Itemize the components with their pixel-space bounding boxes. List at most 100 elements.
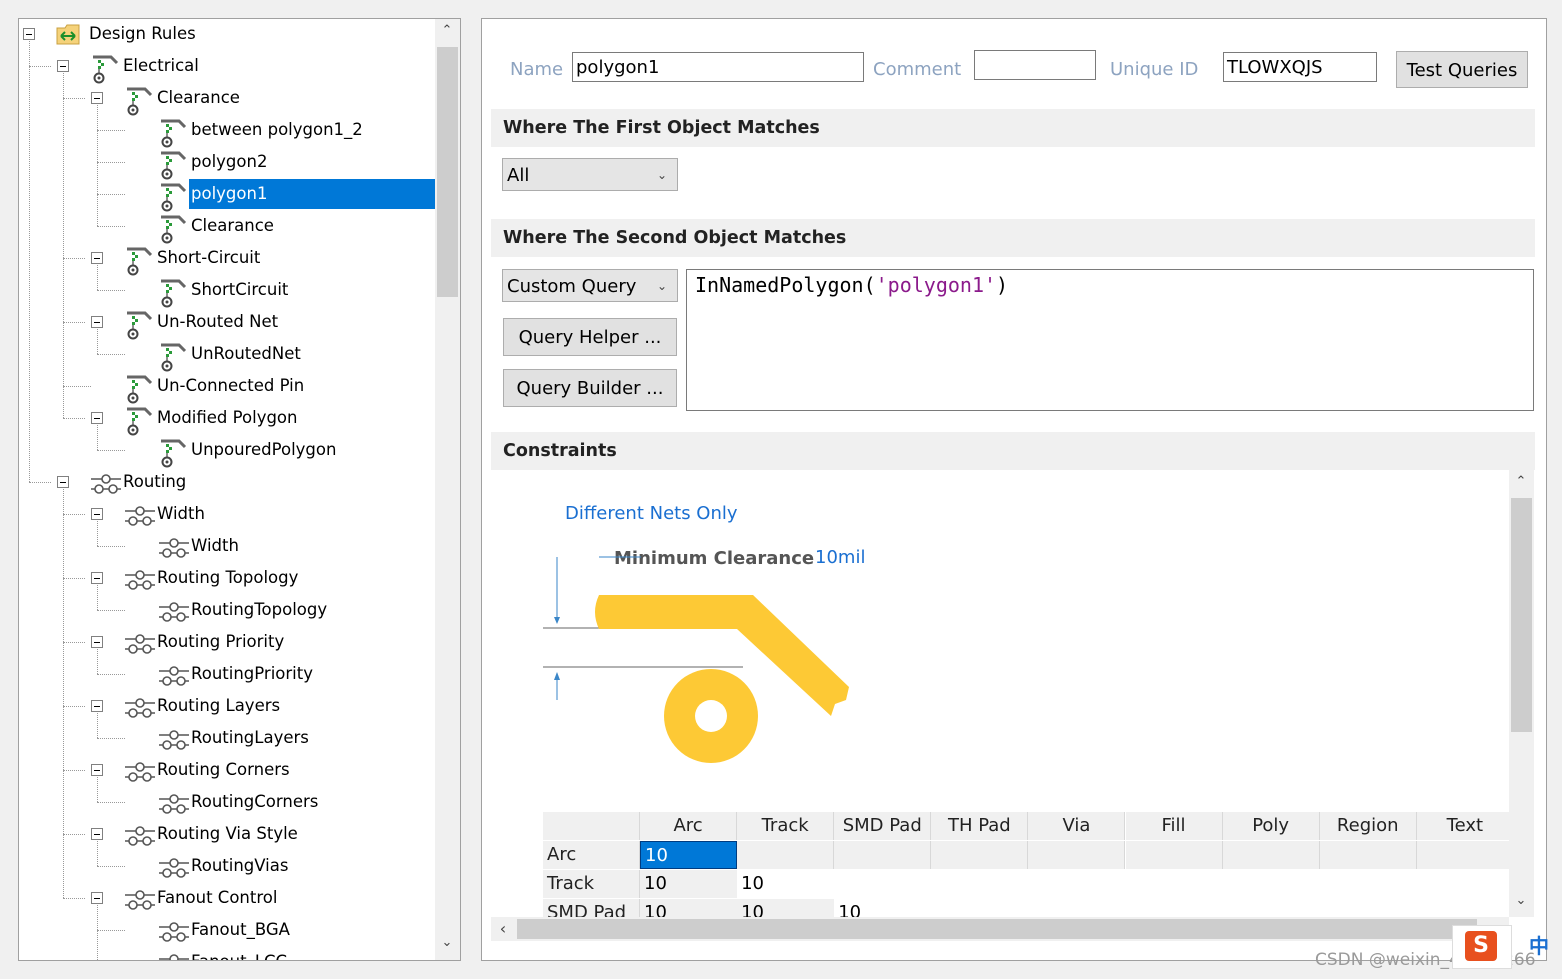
tree-item[interactable]: RoutingCorners xyxy=(19,787,434,817)
tree-vertical-scrollbar[interactable]: ⌃ ⌄ xyxy=(435,19,460,960)
tree-item[interactable]: RoutingTopology xyxy=(19,595,434,625)
tree-item[interactable]: between polygon1_2 xyxy=(19,115,434,148)
tree-item-label: Un-Connected Pin xyxy=(157,376,305,395)
test-queries-button[interactable]: Test Queries xyxy=(1396,51,1528,88)
matrix-cell[interactable] xyxy=(931,841,1029,869)
tree-item[interactable]: RoutingPriority xyxy=(19,659,434,689)
electrical-rule-icon xyxy=(123,86,153,116)
matrix-cell[interactable] xyxy=(931,870,1029,898)
constraints-scroll-thumb[interactable] xyxy=(1511,498,1532,732)
tree-item[interactable]: Clearance xyxy=(19,83,434,116)
design-rules-icon xyxy=(55,22,83,48)
tree-item[interactable]: Routing Via Style xyxy=(19,819,434,849)
collapse-toggle-icon[interactable] xyxy=(57,60,69,72)
matrix-cell[interactable] xyxy=(1319,870,1417,898)
matrix-cell[interactable]: 10 xyxy=(640,870,738,898)
tree-item[interactable]: Clearance xyxy=(19,211,434,244)
tree-item[interactable]: RoutingVias xyxy=(19,851,434,881)
query-helper-button[interactable]: Query Helper ... xyxy=(503,318,677,356)
tree-item[interactable]: ShortCircuit xyxy=(19,275,434,308)
matrix-cell[interactable] xyxy=(1416,870,1514,898)
matrix-cell[interactable] xyxy=(1125,841,1223,869)
collapse-toggle-icon[interactable] xyxy=(91,252,103,264)
tree-item[interactable]: Routing Corners xyxy=(19,755,434,785)
matrix-cell[interactable] xyxy=(1319,899,1417,917)
tree-item[interactable]: RoutingLayers xyxy=(19,723,434,753)
tree-item[interactable]: Modified Polygon xyxy=(19,403,434,436)
matrix-cell[interactable]: 10 xyxy=(737,899,835,917)
matrix-cell[interactable] xyxy=(931,899,1029,917)
tree-item[interactable]: polygon2 xyxy=(19,147,434,180)
tree-item[interactable]: polygon1 xyxy=(19,179,435,212)
matrix-column-header: TH Pad xyxy=(931,812,1029,840)
matrix-cell[interactable] xyxy=(834,841,932,869)
net-scope-link[interactable]: Different Nets Only xyxy=(565,503,738,524)
matrix-cell[interactable] xyxy=(834,870,932,898)
tree-item[interactable]: Short-Circuit xyxy=(19,243,434,276)
tree-item[interactable]: Width xyxy=(19,499,434,529)
unique-id-field[interactable]: TLOWXQJS xyxy=(1223,52,1377,82)
name-field[interactable]: polygon1 xyxy=(572,52,864,82)
custom-query-editor[interactable]: InNamedPolygon('polygon1') xyxy=(686,269,1534,411)
second-object-scope-dropdown[interactable]: Custom Query ⌄ xyxy=(502,269,678,302)
tree-item[interactable]: Width xyxy=(19,531,434,561)
matrix-cell[interactable] xyxy=(1416,841,1514,869)
matrix-cell[interactable]: 10 xyxy=(834,899,932,917)
collapse-toggle-icon[interactable] xyxy=(91,412,103,424)
collapse-toggle-icon[interactable] xyxy=(91,892,103,904)
tree-item[interactable]: Routing Layers xyxy=(19,691,434,721)
matrix-cell[interactable] xyxy=(1028,899,1126,917)
comment-field[interactable] xyxy=(974,50,1096,80)
matrix-cell[interactable] xyxy=(1028,870,1126,898)
tree-item-label: Routing Priority xyxy=(157,632,285,651)
matrix-column-header: Poly xyxy=(1222,812,1320,840)
matrix-cell[interactable]: 10 xyxy=(640,841,738,869)
scroll-left-arrow-icon[interactable]: ‹ xyxy=(493,919,513,938)
matrix-cell[interactable] xyxy=(1222,841,1320,869)
matrix-cell[interactable] xyxy=(1319,841,1417,869)
matrix-cell[interactable]: 10 xyxy=(737,870,835,898)
tree-item[interactable]: Un-Routed Net xyxy=(19,307,434,340)
tree-item[interactable]: UnRoutedNet xyxy=(19,339,434,372)
scroll-down-arrow-icon[interactable]: ⌄ xyxy=(1511,893,1531,908)
collapse-toggle-icon[interactable] xyxy=(91,316,103,328)
matrix-cell[interactable] xyxy=(1125,870,1223,898)
tree-item[interactable]: UnpouredPolygon xyxy=(19,435,434,468)
collapse-toggle-icon[interactable] xyxy=(91,572,103,584)
matrix-cell[interactable] xyxy=(1222,870,1320,898)
tree-item[interactable]: Fanout_LCC xyxy=(19,947,434,960)
tree-item[interactable]: Fanout_BGA xyxy=(19,915,434,945)
tree-item[interactable]: Routing Priority xyxy=(19,627,434,657)
constraints-vertical-scrollbar[interactable]: ⌃ ⌄ xyxy=(1509,470,1534,917)
tree-item[interactable]: Design Rules xyxy=(19,19,434,49)
matrix-cell[interactable] xyxy=(1028,841,1126,869)
tree-item[interactable]: Un-Connected Pin xyxy=(19,371,434,404)
collapse-toggle-icon[interactable] xyxy=(91,92,103,104)
collapse-toggle-icon[interactable] xyxy=(91,764,103,776)
rules-tree-panel[interactable]: Design Rules Electrical Clearance between p… xyxy=(18,18,461,961)
collapse-toggle-icon[interactable] xyxy=(57,476,69,488)
tree-item[interactable]: Fanout Control xyxy=(19,883,434,913)
tree-item[interactable]: Routing xyxy=(19,467,434,497)
collapse-toggle-icon[interactable] xyxy=(91,636,103,648)
scroll-up-arrow-icon[interactable]: ⌃ xyxy=(437,23,457,38)
tree-scroll-thumb[interactable] xyxy=(437,47,458,297)
horizontal-scroll-thumb[interactable] xyxy=(517,919,1477,939)
tree-item[interactable]: Routing Topology xyxy=(19,563,434,593)
collapse-toggle-icon[interactable] xyxy=(91,828,103,840)
collapse-toggle-icon[interactable] xyxy=(23,28,35,40)
matrix-cell[interactable]: 10 xyxy=(640,899,738,917)
matrix-cell[interactable] xyxy=(737,841,835,869)
constraints-horizontal-scrollbar[interactable]: ‹ xyxy=(491,917,1509,941)
collapse-toggle-icon[interactable] xyxy=(91,508,103,520)
matrix-cell[interactable] xyxy=(1222,899,1320,917)
tree-item[interactable]: Electrical xyxy=(19,51,434,84)
matrix-cell[interactable] xyxy=(1416,899,1514,917)
collapse-toggle-icon[interactable] xyxy=(91,700,103,712)
matrix-cell[interactable] xyxy=(1125,899,1223,917)
scroll-up-arrow-icon[interactable]: ⌃ xyxy=(1511,474,1531,489)
first-object-scope-dropdown[interactable]: All ⌄ xyxy=(502,158,678,191)
query-builder-button[interactable]: Query Builder ... xyxy=(503,369,677,407)
matrix-column-header: Fill xyxy=(1125,812,1223,840)
scroll-down-arrow-icon[interactable]: ⌄ xyxy=(437,935,457,950)
